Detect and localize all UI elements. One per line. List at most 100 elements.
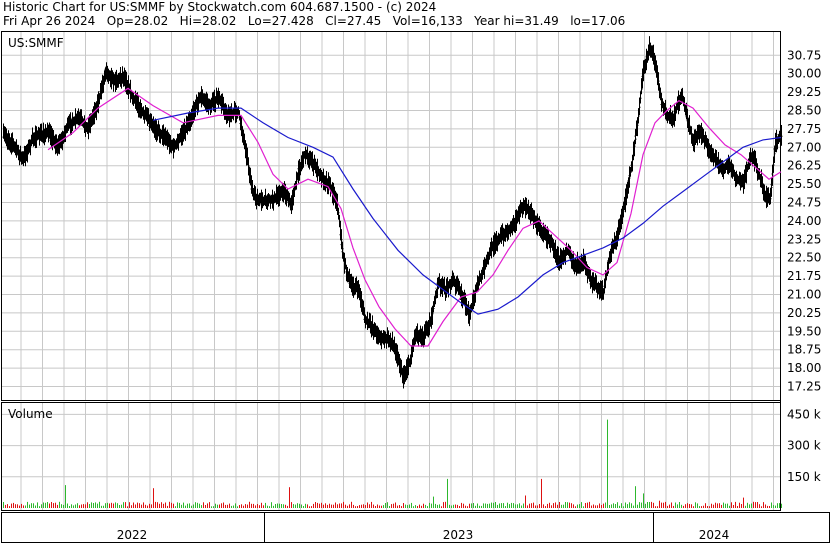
volume-bar <box>185 505 186 508</box>
year-label: 2023 <box>443 528 474 542</box>
volume-bar <box>603 503 604 508</box>
volume-bar <box>585 503 586 508</box>
volume-bar <box>539 504 540 508</box>
volume-bar <box>591 505 592 508</box>
volume-bar <box>729 505 730 508</box>
volume-bar <box>385 503 386 508</box>
volume-bar <box>281 504 282 508</box>
volume-bar <box>241 504 242 508</box>
volume-bar <box>187 503 188 508</box>
volume-bar <box>135 504 136 508</box>
volume-bar <box>267 505 268 508</box>
volume-bar <box>605 502 606 508</box>
volume-bar <box>189 503 190 508</box>
volume-bar <box>35 505 36 508</box>
volume-bar <box>721 504 722 508</box>
volume-bar <box>13 502 14 508</box>
volume-bar <box>181 504 182 508</box>
volume-bar <box>97 503 98 508</box>
volume-bar <box>515 504 516 508</box>
volume-bar <box>63 504 64 508</box>
volume-bar <box>311 506 312 508</box>
volume-bar <box>407 505 408 508</box>
volume-bar <box>209 502 210 508</box>
volume-bar <box>389 506 390 508</box>
volume-bar <box>305 503 306 508</box>
volume-bar <box>703 505 704 508</box>
volume-bar <box>337 504 338 508</box>
volume-bar <box>193 504 194 508</box>
volume-bar <box>649 502 650 508</box>
volume-bar <box>711 503 712 508</box>
price-tick-label: 30.75 <box>787 48 821 62</box>
price-tick-label: 17.25 <box>787 380 821 394</box>
volume-bar <box>439 504 440 508</box>
volume-bar <box>391 504 392 508</box>
volume-bar <box>745 505 746 508</box>
volume-bar <box>379 505 380 508</box>
volume-bar <box>233 505 234 508</box>
year-label: 2022 <box>117 528 148 542</box>
volume-bar <box>525 495 526 508</box>
volume-bar <box>259 505 260 508</box>
volume-bar <box>769 506 770 508</box>
volume-bar <box>709 506 710 508</box>
volume-bar <box>315 502 316 508</box>
volume-bar <box>383 505 384 508</box>
price-tick-label: 21.00 <box>787 288 821 302</box>
volume-bar <box>357 506 358 508</box>
volume-bar <box>567 502 568 508</box>
volume-bar <box>507 502 508 508</box>
volume-bar <box>351 501 352 508</box>
volume-bar <box>51 502 52 508</box>
volume-bar <box>555 502 556 508</box>
volume-bar <box>767 505 768 508</box>
price-tick-label: 22.50 <box>787 251 821 265</box>
volume-bar <box>545 506 546 508</box>
price-tick-label: 29.25 <box>787 85 821 99</box>
volume-bar <box>677 504 678 508</box>
volume-bar <box>665 501 666 508</box>
volume-bar <box>467 506 468 508</box>
volume-bar <box>131 505 132 508</box>
volume-bar <box>85 504 86 508</box>
ma-long-line <box>152 107 782 315</box>
volume-bar <box>115 502 116 508</box>
volume-bar <box>143 502 144 508</box>
volume-bar <box>657 506 658 508</box>
volume-bar <box>175 506 176 508</box>
volume-bar <box>37 502 38 508</box>
volume-bar <box>399 505 400 508</box>
volume-bar <box>49 503 50 508</box>
volume-bar <box>689 504 690 508</box>
volume-bar <box>229 503 230 508</box>
volume-bar <box>373 504 374 508</box>
volume-bar <box>155 501 156 508</box>
volume-bar <box>695 502 696 508</box>
volume-bar <box>579 504 580 508</box>
volume-bar <box>485 503 486 508</box>
volume-bar <box>47 502 48 508</box>
volume-bar <box>465 505 466 508</box>
volume-bar <box>123 502 124 508</box>
volume-bar <box>727 503 728 508</box>
volume-bar <box>77 503 78 508</box>
price-tick-label: 30.00 <box>787 67 821 81</box>
price-tick-label: 18.00 <box>787 361 821 375</box>
volume-bar <box>269 506 270 508</box>
volume-bar <box>195 502 196 508</box>
volume-bar <box>707 506 708 508</box>
volume-bar <box>89 504 90 508</box>
volume-bar <box>451 505 452 508</box>
volume-bar <box>625 502 626 508</box>
volume-bar <box>87 502 88 508</box>
price-tick-label: 25.50 <box>787 177 821 191</box>
volume-bar <box>161 502 162 508</box>
volume-bar <box>469 503 470 508</box>
volume-bar <box>447 478 448 508</box>
volume-bar <box>565 502 566 508</box>
volume-bar <box>495 502 496 508</box>
volume-bar <box>483 503 484 508</box>
volume-bar <box>365 505 366 508</box>
volume-bar <box>723 502 724 508</box>
